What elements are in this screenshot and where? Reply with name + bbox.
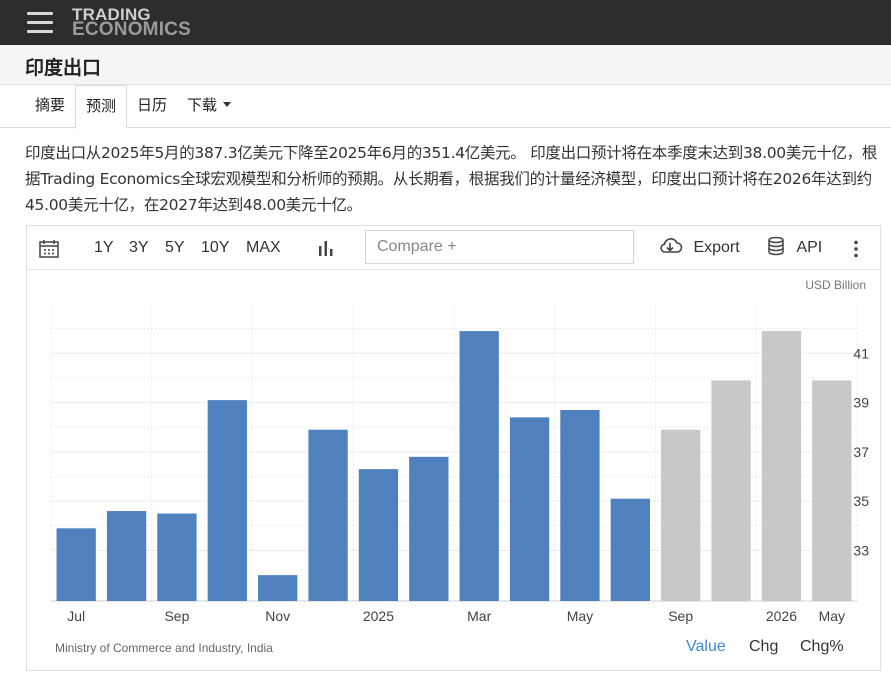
- y-tick-label: 41: [853, 345, 869, 361]
- tab-calendar[interactable]: 日历: [137, 85, 167, 128]
- y-tick-label: 33: [853, 542, 869, 558]
- chart-toolbar: 1Y 3Y 5Y 10Y MAX Export: [27, 226, 880, 270]
- x-tick-label: Jul: [67, 608, 85, 624]
- export-label: Export: [693, 239, 740, 256]
- calendar-icon[interactable]: [38, 227, 60, 271]
- api-label: API: [796, 239, 823, 256]
- bar-2025-03[interactable]: [459, 331, 499, 601]
- logo-line2: ECONOMICS: [72, 19, 191, 40]
- range-max[interactable]: MAX: [246, 226, 281, 270]
- x-tick-label: May: [567, 608, 593, 624]
- bar-2025-06[interactable]: [610, 498, 650, 601]
- x-tick-label: Nov: [265, 608, 290, 624]
- forecast-bar-2025-12[interactable]: [711, 380, 751, 601]
- bar-2024-07[interactable]: [56, 528, 96, 601]
- menu-icon[interactable]: [27, 12, 53, 33]
- summary-text: 印度出口从2025年5月的387.3亿美元下降至2025年6月的351.4亿美元…: [25, 144, 878, 214]
- bar-2024-10[interactable]: [207, 400, 247, 601]
- chart-panel: 1Y 3Y 5Y 10Y MAX Export: [26, 225, 881, 671]
- title-bar: 印度出口: [0, 45, 891, 85]
- bar-2025-01[interactable]: [358, 469, 399, 601]
- more-options-icon[interactable]: [853, 226, 859, 270]
- logo[interactable]: TRADING ECONOMICS: [72, 6, 191, 40]
- y-tick-label: 35: [853, 493, 869, 509]
- bar-2024-09[interactable]: [157, 513, 197, 601]
- forecast-bar-2026-03[interactable]: [761, 331, 802, 601]
- range-5y[interactable]: 5Y: [165, 226, 185, 270]
- x-tick-label: May: [819, 608, 845, 624]
- x-tick-label: 2025: [363, 608, 394, 624]
- mode-value[interactable]: Value: [686, 638, 726, 656]
- bar-2025-02[interactable]: [409, 456, 449, 601]
- database-icon: [768, 237, 784, 256]
- chart-type-icon[interactable]: [317, 226, 335, 270]
- bar-2025-05[interactable]: [560, 409, 600, 601]
- x-tick-label: 2026: [766, 608, 797, 624]
- tab-download[interactable]: 下载: [187, 85, 232, 128]
- range-3y[interactable]: 3Y: [129, 226, 149, 270]
- bar-2025-04[interactable]: [509, 417, 550, 601]
- x-tick-label: Mar: [467, 608, 491, 624]
- unit-label: USD Billion: [805, 278, 866, 292]
- tab-forecast[interactable]: 预测: [75, 85, 127, 129]
- tab-bar: 摘要 预测 日历 下载: [0, 85, 891, 129]
- mode-chg[interactable]: Chg: [749, 638, 778, 656]
- y-tick-label: 39: [853, 395, 869, 411]
- page-title: 印度出口: [25, 57, 102, 79]
- bar-2024-11[interactable]: [258, 575, 298, 601]
- source-label: Ministry of Commerce and Industry, India: [55, 641, 273, 655]
- x-tick-label: Sep: [164, 608, 189, 624]
- cloud-download-icon: [660, 238, 683, 254]
- mode-chg-pct[interactable]: Chg%: [800, 638, 844, 656]
- y-tick-label: 37: [853, 444, 869, 460]
- bar-2024-08[interactable]: [106, 511, 147, 601]
- api-button[interactable]: API: [766, 226, 822, 270]
- top-bar: TRADING ECONOMICS: [0, 0, 891, 45]
- bar-chart: 33 35 37 39 41 Jul Sep Nov 2025 Mar May Sep 2026 May: [50, 304, 869, 624]
- x-tick-label: Sep: [668, 608, 693, 624]
- forecast-bar-2025-09[interactable]: [661, 429, 701, 601]
- range-10y[interactable]: 10Y: [201, 226, 229, 270]
- bar-2024-12[interactable]: [308, 429, 348, 601]
- forecast-bar-2026-06[interactable]: [812, 380, 852, 601]
- caret-down-icon: [223, 101, 232, 107]
- tab-summary[interactable]: 摘要: [35, 85, 65, 128]
- tab-download-label: 下载: [187, 96, 218, 114]
- compare-input[interactable]: [365, 230, 634, 264]
- export-button[interactable]: Export: [657, 226, 740, 270]
- range-1y[interactable]: 1Y: [94, 226, 114, 270]
